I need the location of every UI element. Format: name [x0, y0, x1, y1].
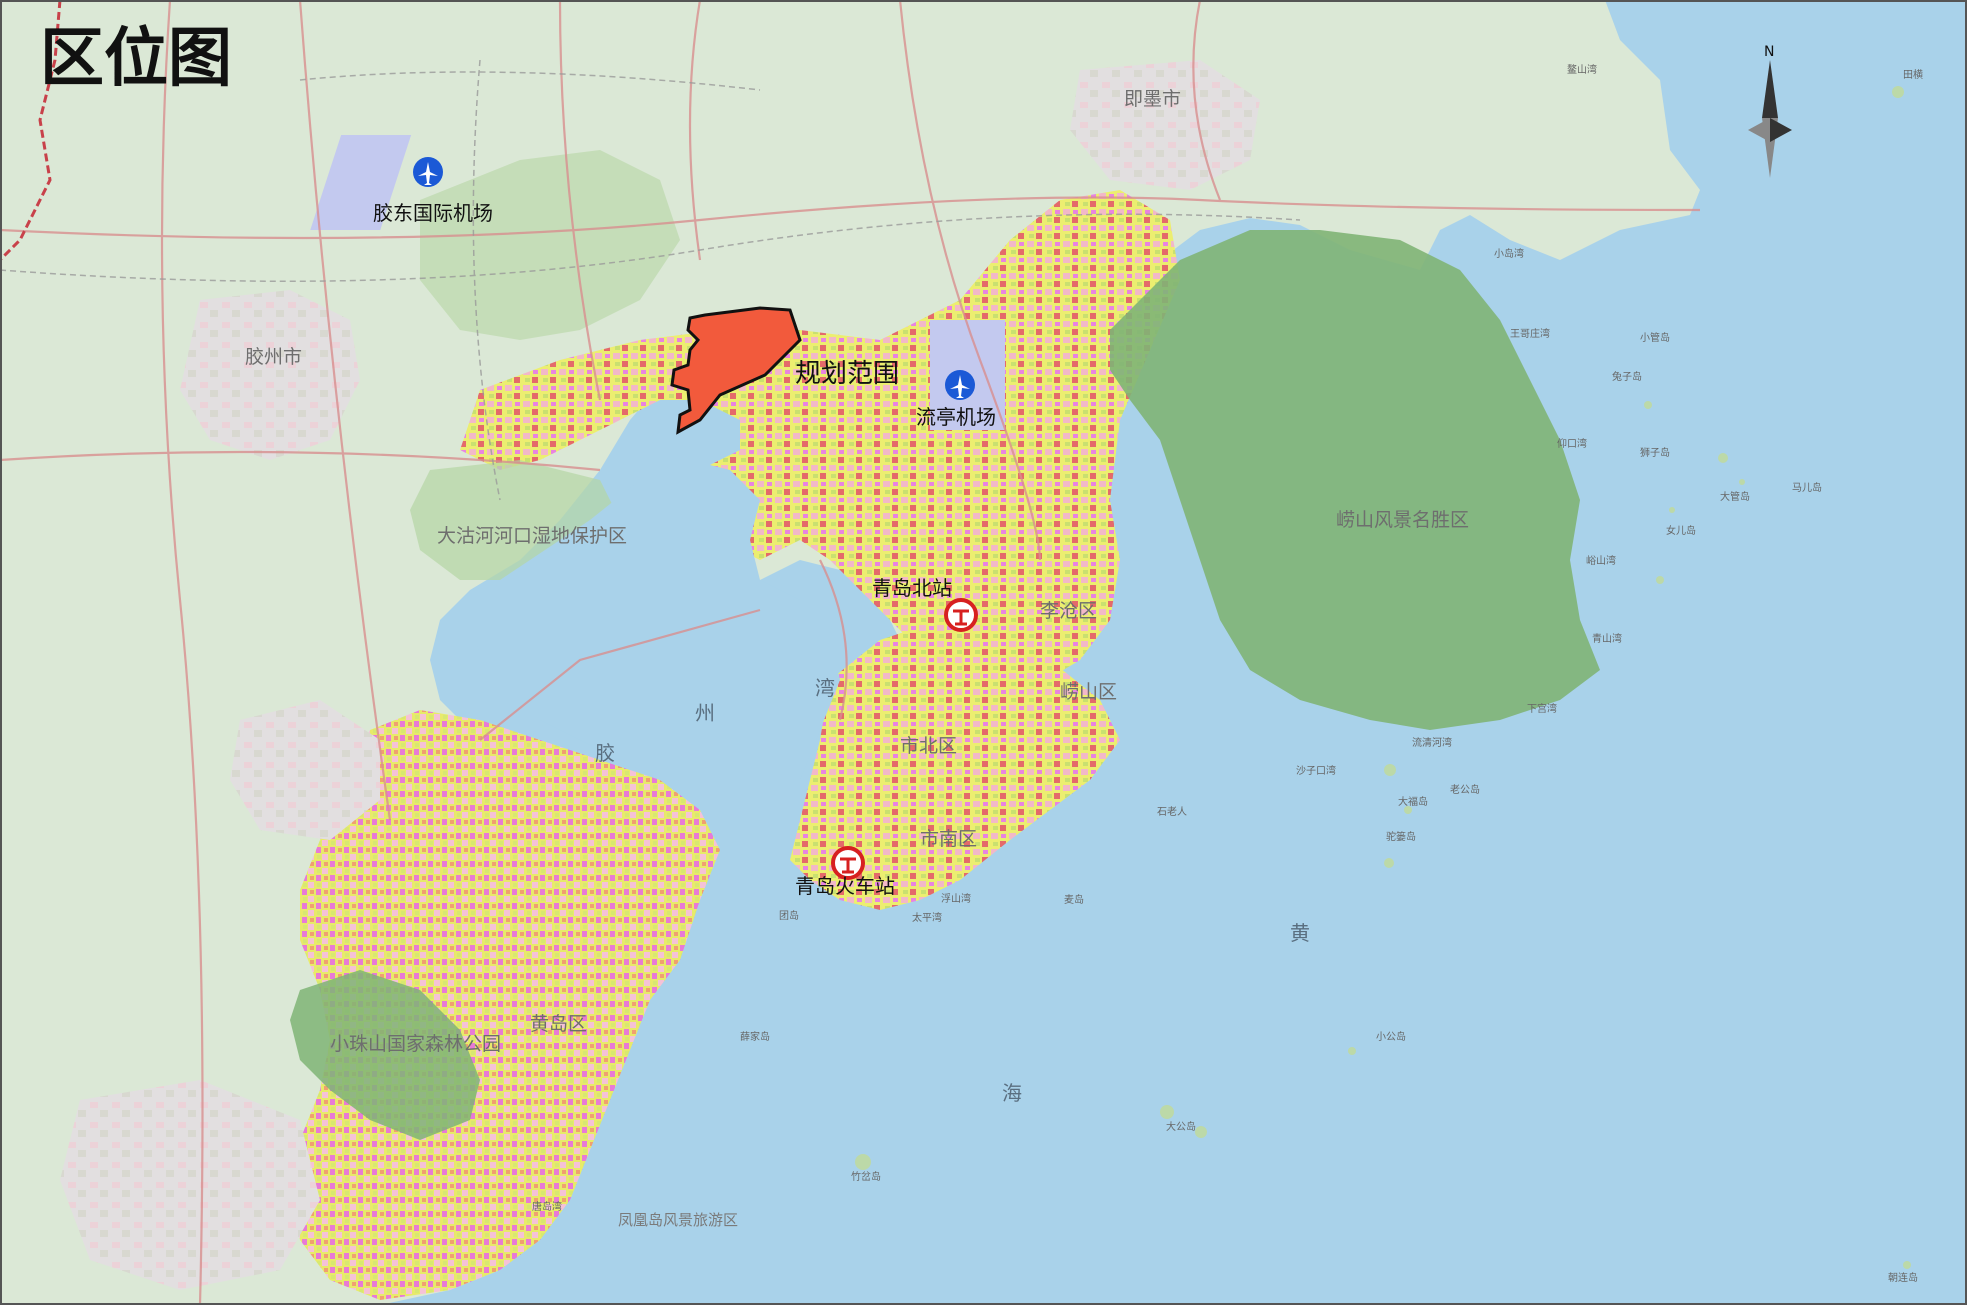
island-label: 老公岛	[1450, 783, 1480, 796]
area-label-dagu-wetland: 大沽河河口湿地保护区	[437, 525, 627, 547]
island-label: 鳌山湾	[1567, 63, 1597, 76]
island-label: 下宫湾	[1527, 702, 1557, 715]
city-label-jimo: 即墨市	[1124, 88, 1181, 110]
city-label-huangdao: 黄岛区	[530, 1013, 587, 1035]
island-label: 仰口湾	[1557, 437, 1587, 450]
island-label: 小管岛	[1640, 331, 1670, 344]
island-label: 大公岛	[1166, 1120, 1196, 1133]
island-label: 浮山湾	[941, 892, 971, 905]
district-label-shinan: 市南区	[920, 828, 977, 850]
sea-label-zhou: 州	[695, 701, 715, 725]
airport-label-liuting: 流亭机场	[916, 405, 996, 429]
island-label: 麦岛	[1064, 893, 1084, 906]
station-label-qingdao-north: 青岛北站	[872, 576, 952, 600]
island-label: 狮子岛	[1640, 446, 1670, 459]
island-label: 马儿岛	[1792, 481, 1822, 494]
location-map: 规划范围 区位图 N 胶东国际机场 流亭机场 青岛北站 青岛火车站 即墨市 胶州…	[0, 0, 1967, 1306]
area-label-laoshan-scenic: 崂山风景名胜区	[1336, 509, 1469, 531]
sea-label-wan: 湾	[815, 676, 835, 700]
airport-label-jiaodong: 胶东国际机场	[373, 201, 493, 225]
island-label: 大福岛	[1398, 795, 1428, 808]
sea-label-jiao: 胶	[595, 741, 615, 765]
district-label-shibei: 市北区	[900, 735, 957, 757]
island-label: 石老人	[1157, 805, 1187, 818]
island-label: 太平湾	[912, 911, 942, 924]
island-label: 青山湾	[1592, 632, 1622, 645]
island-label: 小岛湾	[1494, 247, 1524, 260]
island-label: 沙子口湾	[1296, 764, 1336, 777]
district-label-licang: 李沧区	[1040, 600, 1097, 622]
island-label: 团岛	[779, 909, 799, 922]
island-label: 女儿岛	[1666, 524, 1696, 537]
island-label: 小公岛	[1376, 1030, 1406, 1043]
island-label: 流清河湾	[1412, 736, 1452, 749]
island-label: 唐岛湾	[532, 1200, 562, 1213]
island-label: 兔子岛	[1612, 370, 1642, 383]
island-label: 驼篓岛	[1386, 830, 1416, 843]
area-label-fenghuangdao: 凤凰岛风景旅游区	[618, 1211, 738, 1229]
island-label: 大管岛	[1720, 490, 1750, 503]
planning-area-label: 规划范围	[795, 359, 899, 389]
island-label: 薛家岛	[740, 1030, 770, 1043]
island-label: 田横	[1903, 68, 1923, 81]
sea-label-hai: 海	[1002, 1081, 1022, 1105]
sea-label-huang: 黄	[1290, 921, 1310, 945]
city-label-jiaozhou: 胶州市	[245, 346, 302, 368]
district-label-laoshan: 崂山区	[1060, 681, 1117, 703]
island-label: 竹岔岛	[851, 1170, 881, 1183]
station-label-qingdao: 青岛火车站	[795, 874, 895, 898]
island-label: 朝连岛	[1888, 1271, 1918, 1284]
map-canvas: 规划范围 区位图 N 胶东国际机场 流亭机场 青岛北站 青岛火车站 即墨市 胶州…	[0, 0, 1967, 1306]
island-label: 王哥庄湾	[1510, 327, 1550, 340]
island-label: 峪山湾	[1586, 554, 1616, 567]
north-label: N	[1764, 44, 1774, 60]
area-label-xiaozhushan: 小珠山国家森林公园	[330, 1033, 501, 1055]
map-title: 区位图	[40, 22, 232, 96]
